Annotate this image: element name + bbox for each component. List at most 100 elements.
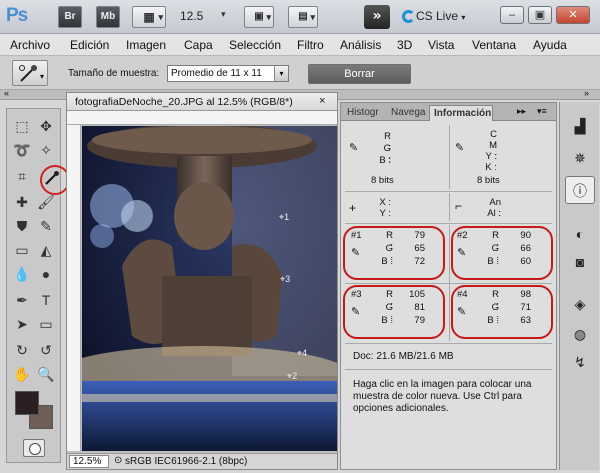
clear-button[interactable]: Borrar — [308, 64, 411, 84]
clone-stamp-tool-icon[interactable]: ⛊ — [11, 215, 33, 237]
foreground-color-swatch[interactable] — [15, 391, 39, 415]
status-menu-icon[interactable]: ⊙ — [114, 455, 122, 466]
screen-mode-button[interactable]: ▤ — [288, 6, 318, 28]
menu-imagen[interactable]: Imagen — [126, 38, 166, 52]
collapse-right-icon[interactable]: » — [584, 88, 589, 98]
sampler-marker-number: 4 — [302, 348, 308, 358]
horizontal-ruler[interactable] — [67, 111, 337, 125]
sampler-2-b: 60 — [520, 256, 531, 267]
sampler-1-b: 72 — [414, 256, 425, 267]
panel-expand-icon[interactable]: ▸▸ — [517, 106, 526, 117]
tab-histogram[interactable]: Histogr — [343, 105, 385, 121]
zoom-dropdown-icon[interactable]: ▾ — [221, 9, 226, 20]
quick-mask-button[interactable] — [23, 439, 45, 457]
pen-tool-icon[interactable]: ✒ — [11, 289, 33, 311]
healing-brush-tool-icon[interactable]: ✚ — [11, 191, 33, 213]
path-selection-tool-icon[interactable]: ➤ — [11, 313, 33, 335]
label-y: Y : — [485, 151, 497, 162]
mini-bridge-button[interactable]: Mb — [96, 6, 120, 28]
eyedropper-icon[interactable]: ✎ — [455, 141, 464, 154]
lasso-tool-icon[interactable]: ➰ — [11, 139, 33, 161]
minimize-button[interactable]: – — [500, 6, 524, 24]
sampler-marker-3[interactable]: ⌖3 — [280, 274, 290, 285]
sampler-4-id: #4 — [457, 289, 468, 300]
menu-capa[interactable]: Capa — [184, 38, 213, 52]
menu-archivo[interactable]: Archivo — [10, 38, 50, 52]
sampler-marker-1[interactable]: ⌖1 — [279, 212, 289, 223]
3d-rotate-tool-icon[interactable]: ↻ — [11, 339, 33, 361]
hand-tool-icon[interactable]: ✋ — [11, 363, 33, 385]
menu-filtro[interactable]: Filtro — [297, 38, 324, 52]
eyedropper-icon[interactable]: ✎ — [349, 141, 358, 154]
maximize-button[interactable]: ▣ — [528, 6, 552, 24]
menu-vista[interactable]: Vista — [428, 38, 454, 52]
menu-seleccion[interactable]: Selección — [229, 38, 281, 52]
type-tool-icon[interactable]: T — [35, 289, 57, 311]
history-brush-tool-icon[interactable]: ✎ — [35, 215, 57, 237]
eyedropper-icon[interactable]: ✎ — [351, 246, 360, 259]
eyedropper-icon[interactable]: ✎ — [457, 305, 466, 318]
color-sampler-icon — [19, 65, 37, 82]
histogram-panel-icon[interactable]: ▟ — [565, 112, 595, 140]
sampler-1-r: 79 — [414, 230, 425, 241]
paint-bucket-tool-icon[interactable]: ◭ — [35, 239, 57, 261]
eyedropper-icon[interactable]: ✎ — [351, 305, 360, 318]
close-document-icon[interactable]: × — [319, 95, 325, 107]
paths-panel-icon[interactable]: ↯ — [565, 348, 595, 376]
collapse-left-icon[interactable]: « — [4, 88, 9, 98]
menu-ventana[interactable]: Ventana — [472, 38, 516, 52]
options-bar: ▾ Tamaño de muestra: Promedio de 11 x 11… — [0, 56, 600, 90]
view-extras-button[interactable]: ▦ — [132, 6, 166, 28]
document-tab[interactable]: fotografiaDeNoche_20.JPG al 12.5% (RGB/8… — [67, 93, 337, 111]
image-canvas[interactable]: ⌖1 ⌖2 ⌖3 ⌖4 — [82, 126, 337, 451]
3d-orbit-tool-icon[interactable]: ↺ — [35, 339, 57, 361]
menu-edicion[interactable]: Edición — [70, 38, 109, 52]
menu-3d[interactable]: 3D — [397, 38, 412, 52]
zoom-field[interactable]: 12.5% — [69, 455, 109, 468]
sampler-3-r: 105 — [409, 289, 425, 300]
dodge-tool-icon[interactable]: ● — [35, 263, 57, 285]
menu-ayuda[interactable]: Ayuda — [533, 38, 567, 52]
sampler-marker-4[interactable]: ⌖4 — [297, 348, 307, 359]
blur-tool-icon[interactable]: 💧 — [11, 263, 33, 285]
document-size: Doc: 21.6 MB/21.6 MB — [353, 351, 454, 362]
sampler-marker-2[interactable]: ⌖2 — [287, 371, 297, 382]
navigator-panel-icon[interactable]: ✵ — [565, 144, 595, 172]
cs-live-label: CS Live — [416, 9, 459, 23]
close-window-button[interactable]: ✕ — [556, 6, 590, 24]
eyedropper-icon[interactable]: ✎ — [457, 246, 466, 259]
sample-size-select[interactable]: Promedio de 11 x 11 ▾ — [167, 65, 289, 82]
sampler-marker-number: 3 — [285, 274, 291, 284]
panel-menu-icon[interactable]: ▾≡ — [537, 106, 547, 117]
move-tool-icon[interactable]: ✥ — [35, 115, 57, 137]
brush-tool-icon[interactable]: 🖌 — [35, 191, 57, 213]
rectangle-tool-icon[interactable]: ▭ — [35, 313, 57, 335]
preset-dropdown-icon[interactable]: ▾ — [40, 72, 44, 81]
zoom-level[interactable]: 12.5 — [180, 9, 220, 23]
zoom-tool-icon[interactable]: 🔍 — [35, 363, 57, 385]
tab-info[interactable]: Información — [429, 105, 493, 121]
magic-wand-tool-icon[interactable]: ✧ — [35, 139, 57, 161]
masks-panel-icon[interactable]: ◙ — [565, 248, 595, 276]
title-bar: Ps Br Mb ▦ 12.5 ▾ ▣ ▤ » CS Live ▾ – ▣ ✕ — [0, 0, 600, 34]
close-icon: ✕ — [568, 9, 578, 21]
tab-navigator[interactable]: Navega — [387, 105, 427, 121]
divider — [345, 283, 552, 284]
sample-size-value: Promedio de 11 x 11 — [171, 68, 262, 79]
menu-analisis[interactable]: Análisis — [340, 38, 381, 52]
eraser-tool-icon[interactable]: ▭ — [11, 239, 33, 261]
marquee-tool-icon[interactable]: ⬚ — [11, 115, 33, 137]
crop-tool-icon[interactable]: ⌗ — [11, 165, 33, 187]
hand-icon: ▦ — [143, 10, 155, 24]
arrange-documents-button[interactable]: ▣ — [244, 6, 274, 28]
vertical-ruler[interactable] — [67, 125, 81, 451]
workspace-switcher-button[interactable]: » — [364, 5, 390, 29]
info-panel-icon[interactable]: ⓘ — [565, 176, 595, 204]
sampler-2-id: #2 — [457, 230, 468, 241]
channels-panel-icon[interactable]: ◍ — [565, 320, 595, 348]
cs-live-button[interactable]: CS Live ▾ — [416, 9, 465, 23]
info-help-text: Haga clic en la imagen para colocar una … — [353, 379, 532, 414]
bridge-button[interactable]: Br — [58, 6, 82, 28]
adjustments-panel-icon[interactable]: ◐ — [565, 220, 595, 248]
layers-panel-icon[interactable]: ◈ — [565, 290, 595, 318]
